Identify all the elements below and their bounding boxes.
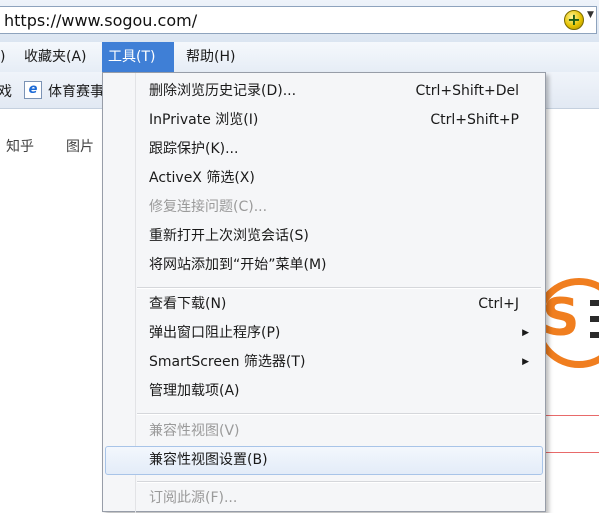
divider: [543, 415, 599, 416]
menu-item-delete-history[interactable]: 删除浏览历史记录(D)... Ctrl+Shift+Del: [105, 77, 543, 106]
menu-item-shortcut: Ctrl+Shift+Del: [415, 83, 519, 99]
menu-item-manage-addons[interactable]: 管理加载项(A): [105, 377, 543, 406]
menu-item-label: 订阅此源(F)...: [149, 490, 238, 506]
favorites-item-sports[interactable]: 体育赛事: [48, 81, 104, 101]
menu-item-label: ActiveX 筛选(X): [149, 170, 255, 186]
menu-item-label: 弹出窗口阻止程序(P): [149, 325, 281, 341]
menu-item-reopen-session[interactable]: 重新打开上次浏览会话(S): [105, 222, 543, 251]
menu-item-label: 将网站添加到“开始”菜单(M): [149, 257, 327, 273]
menu-item-label: 跟踪保护(K)...: [149, 141, 239, 157]
address-bar-area: https://www.sogou.com/ + ▼: [0, 0, 599, 43]
favorites-fragment[interactable]: 戏: [0, 81, 12, 101]
ie-page-icon: e: [24, 81, 42, 99]
nav-link-zhihu[interactable]: 知乎: [6, 136, 34, 156]
submenu-arrow-icon: ▶: [522, 357, 529, 367]
menu-separator: [137, 481, 541, 483]
menu-item-label: 管理加载项(A): [149, 383, 240, 399]
submenu-arrow-icon: ▶: [522, 328, 529, 338]
menu-item-view-downloads[interactable]: 查看下载(N) Ctrl+J: [105, 290, 543, 319]
menu-item-tracking-protection[interactable]: 跟踪保护(K)...: [105, 135, 543, 164]
divider: [543, 452, 599, 453]
menu-separator: [137, 413, 541, 415]
menu-help[interactable]: 帮助(H): [180, 42, 241, 72]
go-refresh-icon[interactable]: +: [564, 10, 584, 30]
menu-item-subscribe-feed: 订阅此源(F)...: [105, 484, 543, 513]
menu-item-label: SmartScreen 筛选器(T): [149, 354, 306, 370]
menu-fragment[interactable]: ): [0, 42, 11, 72]
menu-item-label: InPrivate 浏览(I): [149, 112, 259, 128]
dropdown-arrow-icon[interactable]: ▼: [587, 10, 594, 20]
tools-menu: 删除浏览历史记录(D)... Ctrl+Shift+Del InPrivate …: [102, 72, 546, 513]
address-bar[interactable]: https://www.sogou.com/ +: [0, 6, 597, 34]
menu-item-shortcut: Ctrl+Shift+P: [430, 112, 519, 128]
menu-item-label: 重新打开上次浏览会话(S): [149, 228, 309, 244]
sogou-logo-s: S: [542, 288, 580, 348]
menu-item-inprivate[interactable]: InPrivate 浏览(I) Ctrl+Shift+P: [105, 106, 543, 135]
menu-item-compat-view-settings[interactable]: 兼容性视图设置(B): [105, 446, 543, 475]
menu-item-fix-connection: 修复连接问题(C)...: [105, 193, 543, 222]
menu-bar: ) 收藏夹(A) 工具(T) 帮助(H): [0, 42, 599, 72]
menu-item-add-to-start[interactable]: 将网站添加到“开始”菜单(M): [105, 251, 543, 280]
logo-mark: [590, 300, 599, 358]
menu-item-compat-view: 兼容性视图(V): [105, 417, 543, 446]
nav-link-images[interactable]: 图片: [66, 136, 94, 156]
menu-item-popup-blocker[interactable]: 弹出窗口阻止程序(P) ▶: [105, 319, 543, 348]
menu-tools[interactable]: 工具(T): [102, 42, 174, 72]
menu-item-activex-filter[interactable]: ActiveX 筛选(X): [105, 164, 543, 193]
menu-item-label: 删除浏览历史记录(D)...: [149, 83, 297, 99]
menu-item-label: 兼容性视图设置(B): [149, 452, 268, 468]
menu-item-label: 兼容性视图(V): [149, 423, 240, 439]
menu-favorites[interactable]: 收藏夹(A): [18, 42, 93, 72]
menu-item-smartscreen[interactable]: SmartScreen 筛选器(T) ▶: [105, 348, 543, 377]
menu-separator: [137, 287, 541, 289]
menu-item-label: 查看下载(N): [149, 296, 227, 312]
menu-item-label: 修复连接问题(C)...: [149, 199, 268, 215]
menu-item-shortcut: Ctrl+J: [478, 296, 519, 312]
address-url[interactable]: https://www.sogou.com/: [4, 11, 197, 30]
